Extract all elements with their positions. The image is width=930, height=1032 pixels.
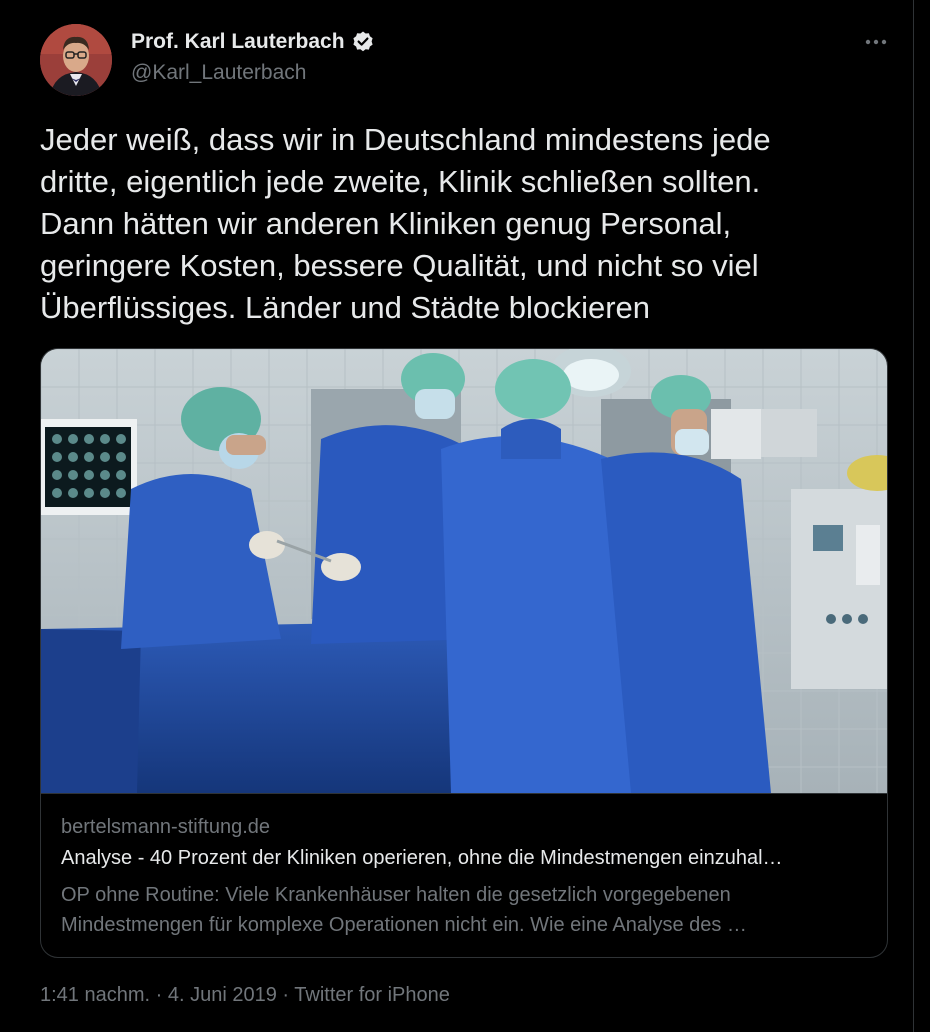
avatar[interactable]	[40, 24, 112, 96]
card-divider	[41, 793, 887, 794]
meta-separator: ·	[150, 984, 168, 1006]
more-horizontal-icon[interactable]	[862, 32, 890, 52]
author-handle[interactable]: @Karl_Lauterbach	[131, 61, 306, 85]
card-domain: bertelsmann-stiftung.de	[61, 816, 271, 838]
card-title: Analyse - 40 Prozent der Kliniken operie…	[61, 847, 783, 869]
author-name[interactable]: Prof. Karl Lauterbach	[131, 30, 345, 54]
card-image[interactable]	[41, 349, 887, 793]
tweet-time[interactable]: 1:41 nachm.	[40, 984, 150, 1006]
tweet-header: Prof. Karl Lauterbach @Karl_Lauterbach	[40, 24, 890, 104]
card-description: OP ohne Routine: Viele Krankenhäuser hal…	[61, 884, 747, 936]
link-card[interactable]: bertelsmann-stiftung.de Analyse - 40 Pro…	[40, 348, 888, 958]
tweet-source[interactable]: Twitter for iPhone	[294, 984, 450, 1006]
tweet-text: Jeder weiß, dass wir in Deutschland mind…	[40, 122, 771, 325]
timeline-border	[913, 0, 914, 1032]
meta-separator: ·	[276, 984, 295, 1006]
tweet-meta: 1:41 nachm. · 4. Juni 2019 · Twitter for…	[40, 984, 450, 1007]
tweet-date[interactable]: 4. Juni 2019	[168, 984, 277, 1006]
verified-badge-icon	[351, 30, 375, 54]
author-name-row[interactable]: Prof. Karl Lauterbach	[131, 30, 375, 54]
